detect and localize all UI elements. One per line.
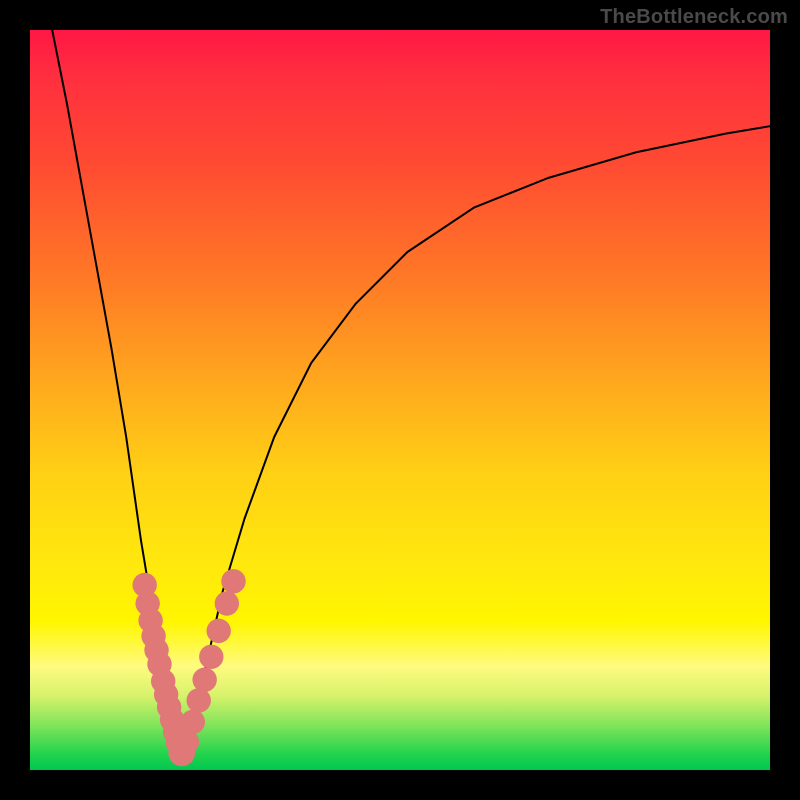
data-marker	[199, 645, 223, 669]
plot-area	[30, 30, 770, 770]
data-marker	[215, 591, 239, 615]
outer-frame: TheBottleneck.com	[0, 0, 800, 800]
curve-markers	[132, 569, 245, 766]
data-marker	[206, 619, 230, 643]
watermark-text: TheBottleneck.com	[600, 6, 788, 29]
data-marker	[192, 668, 216, 692]
series-right-branch	[182, 126, 770, 755]
data-marker	[181, 710, 205, 734]
data-marker	[187, 688, 211, 712]
chart-svg	[30, 30, 770, 770]
data-marker	[221, 569, 245, 593]
